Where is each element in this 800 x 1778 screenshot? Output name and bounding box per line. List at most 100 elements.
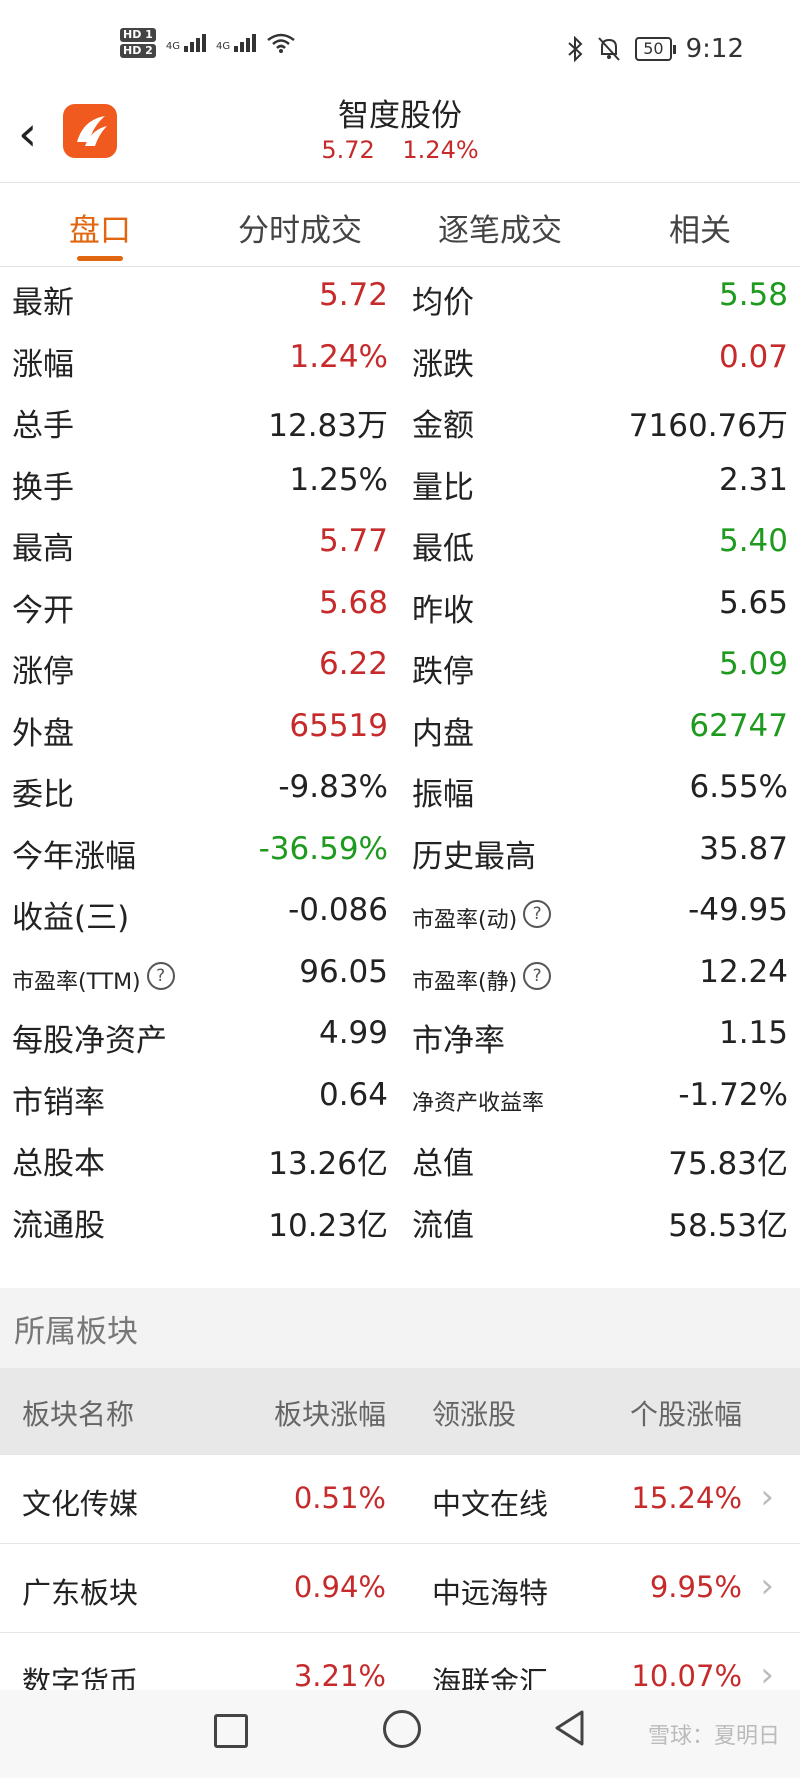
quote-label: 均价 bbox=[412, 285, 474, 321]
chevron-right-icon: › bbox=[760, 1566, 774, 1606]
sector-row[interactable]: 广东板块 0.94% 中远海特 9.95% › bbox=[0, 1544, 800, 1633]
leader-stock: 中远海特 bbox=[432, 1576, 549, 1610]
stock-header: ‹ 智度股份 5.72 1.24% bbox=[0, 80, 800, 180]
quote-label: 流通股 bbox=[12, 1207, 105, 1244]
stock-name: 智度股份 bbox=[338, 98, 462, 134]
status-right: 50 9:12 bbox=[567, 34, 744, 64]
quote-label: 收益(三) bbox=[12, 900, 130, 936]
quote-label: 市盈率(静)? bbox=[412, 961, 552, 996]
back-triangle-icon[interactable] bbox=[552, 1708, 586, 1748]
quote-value: 10.23亿 bbox=[268, 1207, 388, 1244]
quote-value: 5.40 bbox=[718, 523, 788, 559]
quote-row: 市销率 0.64 净资产收益率 -1.72% bbox=[0, 1069, 800, 1131]
help-icon[interactable]: ? bbox=[146, 961, 175, 990]
wifi-icon bbox=[267, 33, 295, 53]
leader-change: 10.07% bbox=[631, 1659, 742, 1693]
sector-change: 3.21% bbox=[293, 1659, 386, 1693]
recent-apps-icon[interactable] bbox=[214, 1714, 248, 1748]
col-header-sector-name: 板块名称 bbox=[22, 1398, 135, 1431]
quote-label: 量比 bbox=[412, 469, 474, 506]
quote-label: 跌停 bbox=[412, 654, 474, 690]
sector-name: 广东板块 bbox=[22, 1576, 139, 1610]
sector-row[interactable]: 文化传媒 0.51% 中文在线 15.24% › bbox=[0, 1455, 800, 1544]
header-divider bbox=[0, 182, 800, 183]
quote-value: 5.77 bbox=[318, 523, 388, 559]
tab-label: 相关 bbox=[669, 213, 731, 249]
help-icon[interactable]: ? bbox=[523, 961, 552, 990]
quote-value: -1.72% bbox=[678, 1076, 788, 1113]
quote-value: 5.09 bbox=[718, 646, 788, 682]
net1-label: 4G bbox=[165, 41, 180, 52]
quote-label: 最新 bbox=[12, 285, 74, 321]
leader-change: 9.95% bbox=[649, 1570, 742, 1604]
quote-row: 每股净资产 4.99 市净率 1.15 bbox=[0, 1007, 800, 1069]
quote-value: -49.95 bbox=[688, 892, 788, 928]
quote-label: 外盘 bbox=[12, 715, 74, 752]
system-nav-bar: 雪球：夏明日 bbox=[0, 1690, 800, 1778]
quote-label: 昨收 bbox=[412, 592, 474, 629]
sector-change: 0.51% bbox=[293, 1481, 386, 1515]
hd2-badge: HD 2 bbox=[120, 44, 156, 58]
stock-quote-summary: 5.72 1.24% bbox=[0, 136, 800, 164]
quote-label: 涨停 bbox=[12, 654, 74, 690]
quote-label: 最高 bbox=[12, 531, 74, 567]
quote-value: 5.68 bbox=[318, 584, 388, 621]
quote-row: 最新 5.72 均价 5.58 bbox=[0, 269, 800, 331]
quote-value: 58.53亿 bbox=[668, 1207, 788, 1244]
quote-label: 市盈率(动)? bbox=[412, 900, 552, 934]
quote-value: -36.59% bbox=[258, 830, 388, 867]
quote-row: 总手 12.83万 金额 7160.76万 bbox=[0, 392, 800, 454]
quote-value: 6.55% bbox=[689, 769, 788, 805]
quote-row: 最高 5.77 最低 5.40 bbox=[0, 515, 800, 577]
tab-tick-trades[interactable]: 逐笔成交 bbox=[400, 185, 600, 265]
sector-change: 0.94% bbox=[293, 1570, 386, 1604]
quote-value: 7160.76万 bbox=[628, 408, 788, 444]
signal-icon-1: 4G bbox=[166, 34, 206, 52]
signal-icon-2: 4G bbox=[215, 34, 257, 52]
quote-label: 金额 bbox=[412, 408, 474, 444]
status-left: HD 1 HD 2 4G 4G bbox=[120, 28, 296, 58]
quote-value: 5.72 bbox=[318, 277, 388, 313]
tab-pankou[interactable]: 盘口 bbox=[0, 185, 200, 265]
col-header-sector-change: 板块涨幅 bbox=[273, 1398, 386, 1431]
quote-label: 总股本 bbox=[12, 1146, 105, 1182]
quote-label: 换手 bbox=[12, 469, 74, 506]
quote-label: 历史最高 bbox=[412, 838, 536, 875]
help-icon[interactable]: ? bbox=[523, 900, 552, 928]
quote-value: 1.24% bbox=[289, 338, 388, 375]
quote-grid: 最新 5.72 均价 5.58 涨幅 1.24% 涨跌 0.07 总手 12.83万 金额 7160.… bbox=[0, 269, 800, 1253]
mute-bell-icon bbox=[598, 37, 620, 61]
leader-stock: 中文在线 bbox=[432, 1487, 549, 1521]
hd1-badge: HD 1 bbox=[120, 28, 156, 42]
stock-price: 5.72 bbox=[321, 136, 375, 164]
tab-related[interactable]: 相关 bbox=[600, 185, 800, 265]
quote-label: 总手 bbox=[12, 408, 74, 444]
quote-row: 今年涨幅 -36.59% 历史最高 35.87 bbox=[0, 823, 800, 885]
tabs-divider bbox=[0, 266, 800, 267]
quote-row: 换手 1.25% 量比 2.31 bbox=[0, 454, 800, 516]
battery-icon: 50 bbox=[635, 37, 677, 61]
quote-value: 96.05 bbox=[299, 953, 388, 990]
quote-row: 委比 -9.83% 振幅 6.55% bbox=[0, 761, 800, 823]
active-tab-indicator bbox=[77, 256, 123, 261]
tab-label: 逐笔成交 bbox=[438, 213, 562, 249]
quote-label: 市销率 bbox=[12, 1084, 105, 1121]
tab-label: 分时成交 bbox=[238, 213, 362, 249]
quote-row: 收益(三) -0.086 市盈率(动)? -49.95 bbox=[0, 884, 800, 946]
quote-value: 75.83亿 bbox=[668, 1146, 788, 1182]
chevron-right-icon: › bbox=[760, 1477, 774, 1517]
clock: 9:12 bbox=[685, 34, 744, 64]
col-header-leader: 领涨股 bbox=[432, 1398, 517, 1431]
quote-label: 内盘 bbox=[412, 715, 474, 752]
home-icon[interactable] bbox=[383, 1710, 421, 1748]
quote-label: 今开 bbox=[12, 592, 74, 629]
quote-row: 市盈率(TTM)? 96.05 市盈率(静)? 12.24 bbox=[0, 946, 800, 1008]
sector-section-header: 所属板块 bbox=[0, 1288, 800, 1368]
quote-value: -9.83% bbox=[278, 769, 388, 805]
quote-value: 0.07 bbox=[718, 338, 788, 375]
tab-time-trades[interactable]: 分时成交 bbox=[200, 185, 400, 265]
net2-label: 4G bbox=[215, 41, 231, 52]
quote-label: 今年涨幅 bbox=[12, 838, 136, 875]
quote-value: 4.99 bbox=[318, 1015, 388, 1051]
quote-label: 市净率 bbox=[412, 1023, 505, 1059]
